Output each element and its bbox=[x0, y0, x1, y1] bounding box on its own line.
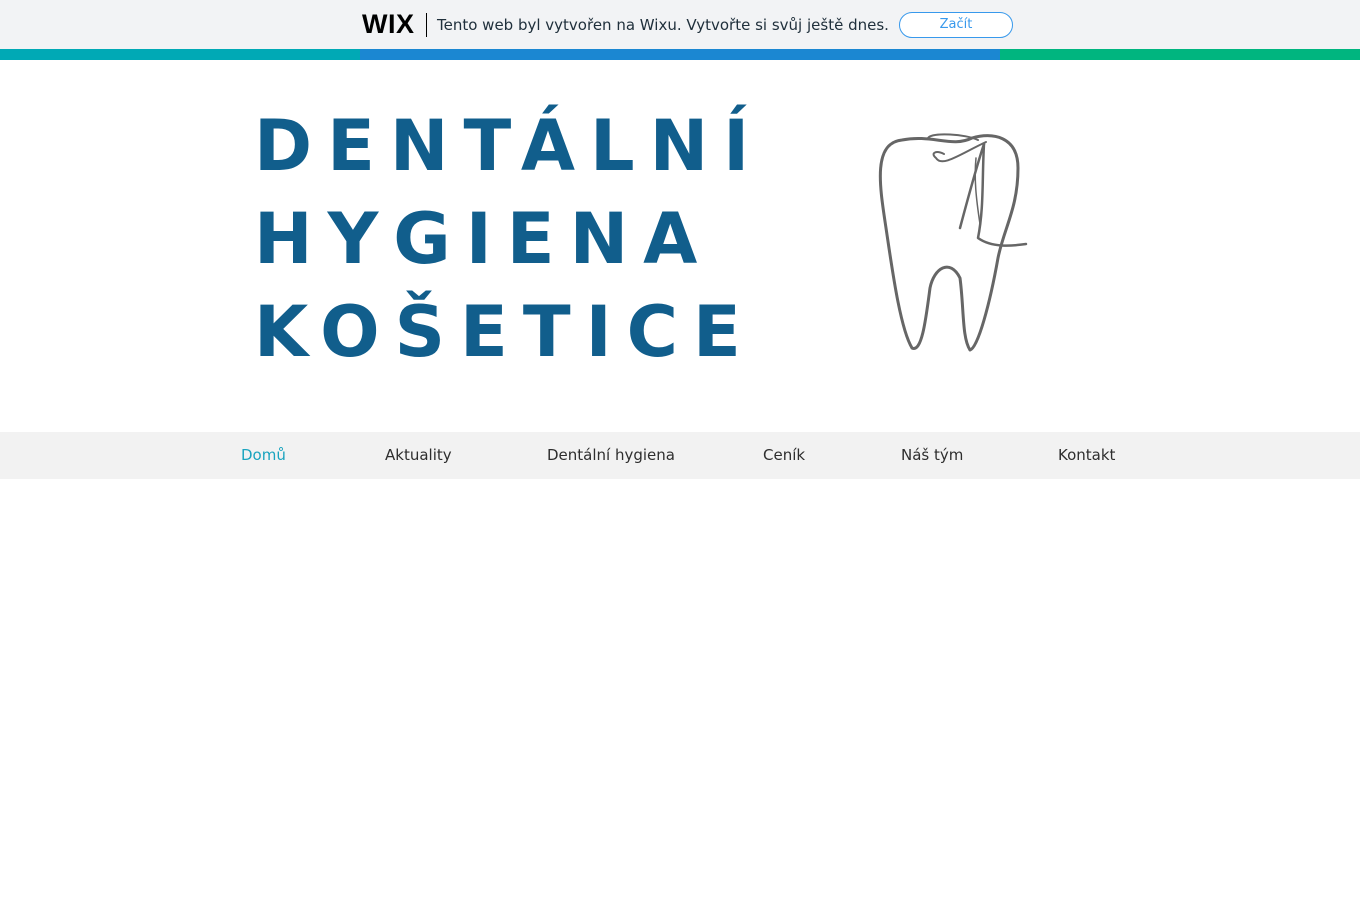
nav-item-cenik[interactable]: Ceník bbox=[763, 432, 805, 479]
nav-item-dentalni-hygiena[interactable]: Dentální hygiena bbox=[547, 432, 675, 479]
site-title[interactable]: DENTÁLNÍ HYGIENA KOŠETICE bbox=[254, 100, 774, 379]
nav-item-nas-tym[interactable]: Náš tým bbox=[901, 432, 963, 479]
tooth-icon bbox=[878, 133, 1028, 352]
site-title-line-3: KOŠETICE bbox=[254, 291, 756, 373]
main-nav: Domů Aktuality Dentální hygiena Ceník Ná… bbox=[0, 432, 1360, 479]
stripe-green bbox=[1000, 49, 1360, 60]
start-button[interactable]: Začít bbox=[899, 12, 1013, 38]
nav-item-kontakt[interactable]: Kontakt bbox=[1058, 432, 1115, 479]
color-stripes bbox=[0, 49, 1360, 60]
stripe-teal bbox=[0, 49, 360, 60]
wix-banner-message[interactable]: Tento web byl vytvořen na Wixu. Vytvořte… bbox=[437, 16, 889, 34]
nav-item-aktuality[interactable]: Aktuality bbox=[385, 432, 452, 479]
banner-divider bbox=[426, 13, 427, 37]
site-title-line-1: DENTÁLNÍ bbox=[254, 105, 765, 187]
wix-logo[interactable]: WIX bbox=[362, 10, 415, 38]
site-title-line-2: HYGIENA bbox=[254, 198, 713, 280]
wix-ad-banner: WIX Tento web byl vytvořen na Wixu. Vytv… bbox=[0, 0, 1360, 49]
stripe-blue bbox=[360, 49, 1000, 60]
nav-item-domu[interactable]: Domů bbox=[241, 432, 286, 479]
